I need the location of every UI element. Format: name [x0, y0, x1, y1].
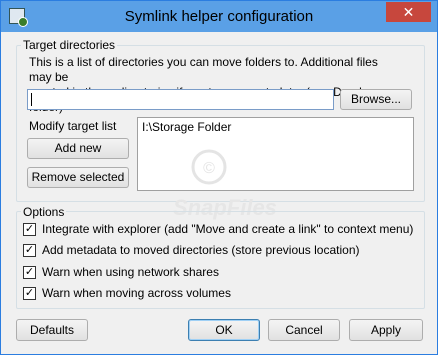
- description-line-1: This is a list of directories you can mo…: [29, 55, 378, 84]
- options-label: Options: [21, 205, 67, 219]
- title-bar[interactable]: Symlink helper configuration ✕: [1, 1, 437, 32]
- option-label: Warn when using network shares: [42, 265, 219, 279]
- add-new-button[interactable]: Add new: [27, 138, 129, 159]
- watermark-glyph: ©: [203, 160, 215, 177]
- checkbox[interactable]: ✓: [23, 266, 36, 279]
- ok-button[interactable]: OK: [188, 319, 260, 341]
- defaults-button[interactable]: Defaults: [16, 319, 88, 341]
- text-caret: [31, 93, 32, 106]
- browse-button[interactable]: Browse...: [340, 89, 412, 110]
- apply-button[interactable]: Apply: [349, 319, 423, 341]
- checkbox[interactable]: ✓: [23, 244, 36, 257]
- dialog-window: Symlink helper configuration ✕ Target di…: [0, 0, 438, 355]
- target-directories-label: Target directories: [21, 38, 118, 52]
- modify-target-list-label: Modify target list: [29, 119, 117, 133]
- path-input[interactable]: [27, 89, 334, 110]
- checkbox[interactable]: ✓: [23, 223, 36, 236]
- option-label: Add metadata to moved directories (store…: [42, 243, 360, 257]
- cancel-button[interactable]: Cancel: [268, 319, 340, 341]
- option-label: Warn when moving across volumes: [42, 286, 231, 300]
- window-title: Symlink helper configuration: [124, 8, 314, 25]
- option-label: Integrate with explorer (add "Move and c…: [42, 222, 414, 236]
- checkbox[interactable]: ✓: [23, 287, 36, 300]
- remove-selected-button[interactable]: Remove selected: [27, 167, 129, 188]
- list-item[interactable]: I:\Storage Folder: [138, 118, 413, 136]
- close-button[interactable]: ✕: [386, 2, 431, 22]
